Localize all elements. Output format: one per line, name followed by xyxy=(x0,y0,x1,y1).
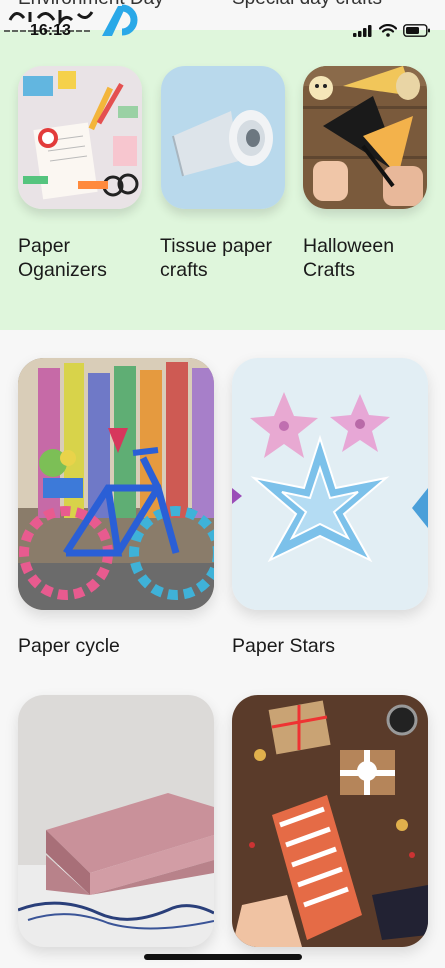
grid-label-paper-cycle: Paper cycle xyxy=(18,635,120,657)
tissue-paper-image xyxy=(161,66,285,209)
wifi-icon xyxy=(379,24,397,37)
featured-label-halloween: Halloween Crafts xyxy=(303,235,395,281)
gift-wrapping-image xyxy=(232,695,428,947)
home-indicator[interactable] xyxy=(144,954,302,960)
paper-box-image xyxy=(18,695,214,947)
featured-card-paper-organizers[interactable] xyxy=(18,66,142,209)
grid-card-gift-wrapping[interactable] xyxy=(232,695,428,947)
paper-organizers-image xyxy=(18,66,142,209)
grid-card-paper-stars[interactable] xyxy=(232,358,428,610)
grid-card-paper-box[interactable] xyxy=(18,695,214,947)
status-time: 16:13 xyxy=(30,22,71,39)
featured-label-tissue-paper: Tissue paper crafts xyxy=(160,235,273,281)
signal-icon xyxy=(353,24,372,37)
featured-card-halloween[interactable] xyxy=(303,66,427,209)
grid-label-paper-stars: Paper Stars xyxy=(232,635,335,657)
battery-icon xyxy=(403,24,430,37)
status-bar: 16:13 xyxy=(0,0,445,44)
status-icons xyxy=(353,24,431,37)
halloween-image xyxy=(303,66,427,209)
featured-label-paper-organizers: Paper Oganizers xyxy=(18,235,107,281)
grid-card-paper-cycle[interactable] xyxy=(18,358,214,610)
featured-card-tissue-paper[interactable] xyxy=(161,66,285,209)
app-screen: Paper Oganizers Tissue paper crafts Hall… xyxy=(0,0,445,968)
watermark-logo xyxy=(0,0,160,42)
paper-cycle-image xyxy=(18,358,214,610)
featured-section: Paper Oganizers Tissue paper crafts Hall… xyxy=(0,30,445,330)
logo-mark-icon xyxy=(102,4,138,36)
paper-stars-image xyxy=(232,358,428,610)
